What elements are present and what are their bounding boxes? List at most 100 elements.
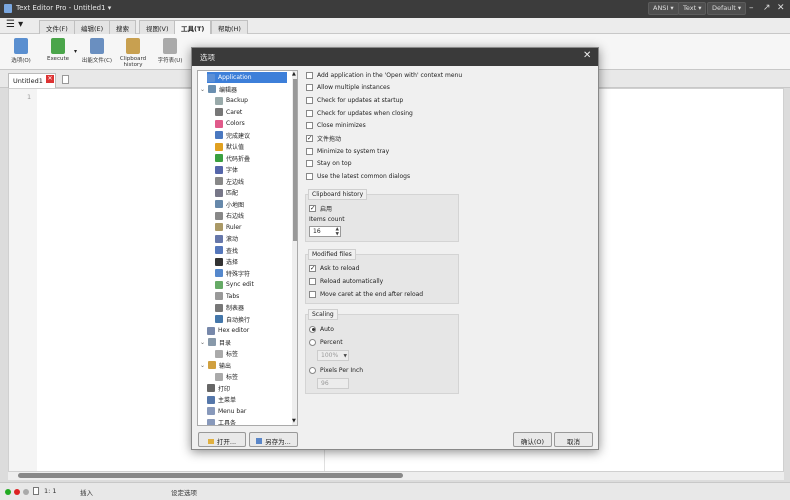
- tree-item[interactable]: 字体: [215, 164, 238, 175]
- expander-chevron-icon[interactable]: ⌄: [200, 362, 205, 369]
- items-count-spinner[interactable]: 16 ▲ ▼: [309, 226, 341, 237]
- status-gray-icon: [23, 489, 29, 495]
- tree-item[interactable]: 滚动: [215, 233, 238, 244]
- encoding-dropdown[interactable]: ANSI ▾: [648, 2, 679, 15]
- save-as-button[interactable]: 另存为...: [249, 432, 298, 447]
- tree-item-icon: [207, 326, 215, 335]
- tree-item[interactable]: 左边线: [215, 176, 244, 187]
- tree-item[interactable]: 右边线: [215, 210, 244, 221]
- scroll-up-icon[interactable]: ▲: [292, 71, 296, 77]
- tree-scrollbar[interactable]: ▲ ▼: [292, 71, 297, 425]
- charmap-button[interactable]: 字符表(U): [153, 38, 187, 64]
- window-title[interactable]: Text Editor Pro - Untitled1 ▾: [16, 4, 111, 12]
- tree-item-label: Backup: [226, 97, 248, 104]
- cursor-position: 1: 1: [44, 487, 57, 495]
- option-checkbox[interactable]: Use the latest common dialogs: [306, 172, 410, 182]
- tree-item[interactable]: Menu bar: [207, 406, 246, 417]
- tree-item[interactable]: 默认值: [215, 141, 244, 152]
- tree-item[interactable]: Ruler: [215, 222, 242, 233]
- tree-item[interactable]: 选择: [215, 256, 238, 267]
- ok-button[interactable]: 确认(O): [513, 432, 552, 447]
- tree-item[interactable]: 标签: [215, 348, 238, 359]
- close-window-icon[interactable]: ✕: [777, 3, 785, 13]
- tree-item-icon: [215, 96, 223, 105]
- tab-tools[interactable]: 工具(T): [174, 20, 212, 34]
- tree-item[interactable]: 标签: [215, 371, 238, 382]
- tab-file[interactable]: 文件(F): [39, 20, 75, 34]
- tree-item[interactable]: 打印: [207, 383, 230, 394]
- expander-chevron-icon[interactable]: ⌄: [200, 86, 205, 93]
- options-tree[interactable]: Application ⌄ 编辑器 Backup Caret Colors 完成建议 默认值代…: [197, 70, 298, 426]
- export-button[interactable]: 出能文件(C): [80, 38, 114, 64]
- scaling-ppi-radio[interactable]: Pixels Per Inch: [309, 365, 363, 375]
- new-document-icon[interactable]: [62, 75, 69, 84]
- option-checkbox[interactable]: Allow multiple instances: [306, 83, 390, 93]
- tree-item[interactable]: ⌄ 输出: [200, 360, 231, 371]
- minimize-icon[interactable]: –: [749, 3, 754, 13]
- options-button[interactable]: 选项(O): [4, 38, 38, 64]
- tree-item[interactable]: 代码折叠: [215, 153, 250, 164]
- option-checkbox[interactable]: Stay on top: [306, 159, 352, 169]
- option-checkbox[interactable]: Check for updates at startup: [306, 95, 403, 105]
- tree-item-icon: [215, 131, 223, 139]
- close-dialog-icon[interactable]: ✕: [583, 50, 591, 61]
- scrollbar-thumb[interactable]: [18, 473, 403, 478]
- tree-item[interactable]: 主菜单: [207, 394, 236, 405]
- execute-dropdown-icon[interactable]: ▾: [74, 48, 77, 55]
- option-checkbox[interactable]: Add application in the 'Open with' conte…: [306, 70, 462, 80]
- tree-item-icon: [215, 246, 223, 254]
- option-checkbox[interactable]: Check for updates when closing: [306, 108, 413, 118]
- tab-help[interactable]: 帮助(H): [211, 20, 248, 34]
- open-button[interactable]: 打开...: [198, 432, 246, 447]
- tree-item[interactable]: 匹配: [215, 187, 238, 198]
- restore-icon[interactable]: ↗: [763, 3, 771, 13]
- charmap-label: 字符表(U): [157, 58, 183, 64]
- status-red-icon: [14, 489, 20, 495]
- close-tab-icon[interactable]: ✕: [46, 75, 54, 83]
- tree-item[interactable]: 查找: [215, 245, 238, 256]
- tree-item[interactable]: 小地图: [215, 199, 244, 210]
- tab-edit[interactable]: 编辑(E): [74, 20, 111, 34]
- expander-chevron-icon[interactable]: ⌄: [200, 339, 205, 346]
- tree-item[interactable]: Sync edit: [215, 279, 254, 290]
- tree-item[interactable]: Colors: [215, 118, 245, 129]
- tab-view[interactable]: 视图(V): [139, 20, 176, 34]
- tree-item[interactable]: 特殊字符: [215, 268, 250, 279]
- modified-option-checkbox[interactable]: Move caret at the end after reload: [309, 289, 423, 299]
- option-checkbox[interactable]: Close minimizes: [306, 121, 366, 131]
- ppi-input[interactable]: 96: [317, 378, 349, 389]
- modified-option-checkbox[interactable]: Reload automatically: [309, 276, 383, 286]
- clipboard-history-button[interactable]: Clipboard history: [114, 38, 152, 68]
- tree-item[interactable]: 工具条: [207, 417, 236, 425]
- tab-search[interactable]: 搜索: [109, 20, 136, 34]
- tree-scrollbar-thumb[interactable]: [293, 79, 297, 241]
- hamburger-menu-icon[interactable]: ☰ ▾: [6, 19, 23, 30]
- scroll-down-icon[interactable]: ▼: [292, 418, 296, 424]
- tree-item[interactable]: 制表器: [215, 302, 244, 313]
- option-checkbox[interactable]: ✓ 文件拖动: [306, 134, 341, 144]
- tree-item[interactable]: Application: [207, 72, 287, 83]
- execute-button[interactable]: Execute: [41, 38, 75, 62]
- clipboard-enable-checkbox[interactable]: ✓ 启用: [309, 203, 332, 213]
- tree-item[interactable]: Hex editor: [207, 325, 249, 336]
- tree-item[interactable]: Caret: [215, 107, 242, 118]
- tree-item-icon: [215, 165, 223, 174]
- tree-item-icon: [215, 349, 223, 358]
- document-status-icon: [33, 487, 39, 495]
- syntax-dropdown[interactable]: Text ▾: [678, 2, 707, 15]
- theme-dropdown[interactable]: Default ▾: [707, 2, 747, 15]
- scaling-auto-radio[interactable]: Auto: [309, 324, 334, 334]
- tree-item[interactable]: 自动换行: [215, 314, 250, 325]
- scaling-percent-radio[interactable]: Percent: [309, 337, 343, 347]
- tree-item[interactable]: Tabs: [215, 291, 239, 302]
- spinner-arrows-icon[interactable]: ▲ ▼: [336, 227, 339, 237]
- tree-item[interactable]: ⌄ 编辑器: [200, 84, 237, 95]
- tree-item[interactable]: ⌄ 目录: [200, 337, 231, 348]
- horizontal-scrollbar[interactable]: [8, 472, 784, 480]
- tree-item[interactable]: Backup: [215, 95, 248, 106]
- modified-option-checkbox[interactable]: ✓ Ask to reload: [309, 263, 359, 273]
- cancel-button[interactable]: 取消: [554, 432, 593, 447]
- percent-dropdown[interactable]: 100% ▼: [317, 350, 349, 361]
- option-checkbox[interactable]: Minimize to system tray: [306, 146, 389, 156]
- tree-item[interactable]: 完成建议: [215, 130, 250, 141]
